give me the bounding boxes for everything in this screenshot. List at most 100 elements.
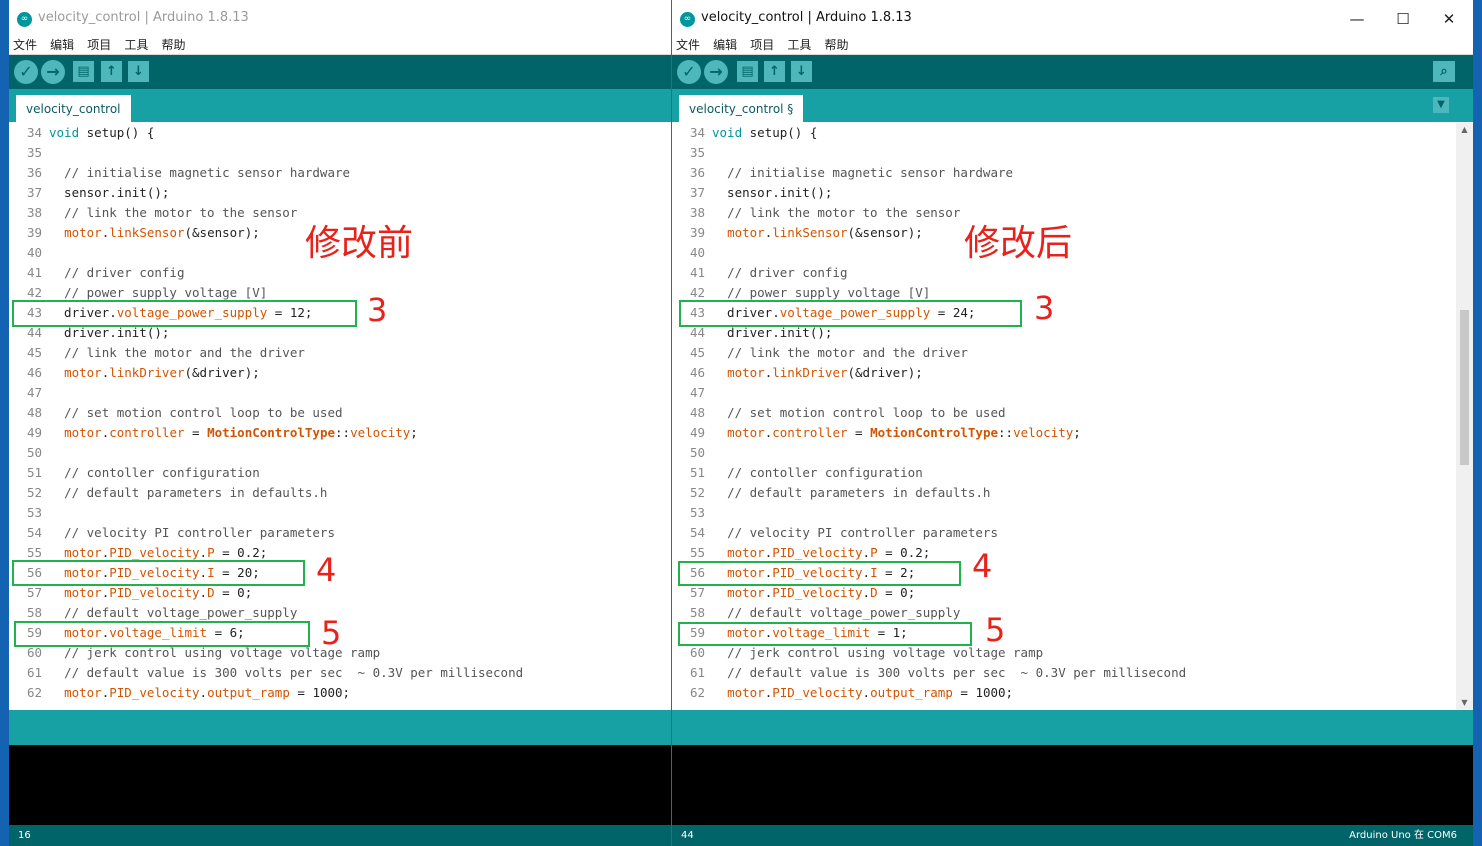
close-button[interactable]: ✕ — [1427, 6, 1471, 32]
line-number: 47 — [689, 385, 705, 400]
open-icon[interactable]: ↑ — [101, 61, 122, 82]
tab-velocity-control[interactable]: velocity_control — [16, 95, 131, 122]
line-number: 50 — [26, 445, 42, 460]
code-text: // set motion control loop to be used — [64, 405, 343, 420]
code-line-37[interactable]: 37 sensor.init(); — [9, 183, 169, 203]
code-text: // link the motor to the sensor — [727, 205, 961, 220]
code-line-38[interactable]: 38 // link the motor to the sensor — [672, 203, 960, 223]
cursor-line-number: 16 — [18, 830, 31, 841]
code-line-46[interactable]: 46 motor.linkDriver(&driver); — [672, 363, 923, 383]
menu-help[interactable]: 帮助 — [161, 35, 185, 55]
code-line-51[interactable]: 51 // contoller configuration — [672, 463, 923, 483]
code-line-54[interactable]: 54 // velocity PI controller parameters — [9, 523, 335, 543]
title-bar[interactable]: ∞ velocity_control | Arduino 1.8.13 — ☐ … — [672, 0, 1473, 36]
line-number: 45 — [26, 345, 42, 360]
code-text: motor.PID_velocity.D = 0; — [64, 585, 253, 600]
code-line-41[interactable]: 41 // driver config — [672, 263, 848, 283]
scroll-down-icon[interactable]: ▼ — [1456, 696, 1473, 710]
line-number: 57 — [26, 585, 42, 600]
menu-tools[interactable]: 工具 — [124, 35, 148, 55]
save-icon[interactable]: ↓ — [791, 61, 812, 82]
code-line-46[interactable]: 46 motor.linkDriver(&driver); — [9, 363, 260, 383]
menu-help[interactable]: 帮助 — [824, 35, 848, 55]
code-line-49[interactable]: 49 motor.controller = MotionControlType:… — [9, 423, 418, 443]
code-line-35[interactable]: 35 — [672, 143, 712, 163]
code-line-50[interactable]: 50 — [672, 443, 712, 463]
scrollbar-thumb[interactable] — [1460, 310, 1469, 465]
code-text: void setup() { — [712, 125, 818, 140]
menu-tools[interactable]: 工具 — [787, 35, 811, 55]
menu-sketch[interactable]: 项目 — [750, 35, 774, 55]
code-line-41[interactable]: 41 // driver config — [9, 263, 185, 283]
code-line-54[interactable]: 54 // velocity PI controller parameters — [672, 523, 998, 543]
code-line-52[interactable]: 52 // default parameters in defaults.h — [9, 483, 328, 503]
code-line-47[interactable]: 47 — [672, 383, 712, 403]
line-number: 41 — [26, 265, 42, 280]
title-bar[interactable]: ∞ velocity_control | Arduino 1.8.13 — [9, 0, 671, 36]
new-icon[interactable]: ▤ — [737, 61, 758, 82]
save-icon[interactable]: ↓ — [128, 61, 149, 82]
arduino-logo-icon: ∞ — [680, 12, 695, 27]
code-line-45[interactable]: 45 // link the motor and the driver — [672, 343, 968, 363]
open-icon[interactable]: ↑ — [764, 61, 785, 82]
annotation-number-5: 5 — [321, 614, 342, 652]
serial-monitor-icon[interactable]: ⌕ — [1433, 61, 1455, 82]
code-line-62[interactable]: 62 motor.PID_velocity.output_ramp = 1000… — [9, 683, 350, 703]
line-number: 57 — [689, 585, 705, 600]
code-line-55[interactable]: 55 motor.PID_velocity.P = 0.2; — [672, 543, 930, 563]
status-bar — [672, 710, 1473, 745]
upload-icon[interactable]: → — [704, 60, 728, 84]
code-line-36[interactable]: 36 // initialise magnetic sensor hardwar… — [672, 163, 1013, 183]
upload-icon[interactable]: → — [41, 60, 65, 84]
code-text: sensor.init(); — [712, 185, 833, 200]
line-number: 35 — [689, 145, 705, 160]
verify-icon[interactable]: ✓ — [677, 60, 701, 84]
line-number: 40 — [689, 245, 705, 260]
minimize-button[interactable]: — — [1335, 6, 1379, 32]
code-line-45[interactable]: 45 // link the motor and the driver — [9, 343, 305, 363]
code-line-40[interactable]: 40 — [9, 243, 49, 263]
code-line-48[interactable]: 48 // set motion control loop to be used — [672, 403, 1006, 423]
code-line-50[interactable]: 50 — [9, 443, 49, 463]
code-line-49[interactable]: 49 motor.controller = MotionControlType:… — [672, 423, 1081, 443]
code-line-38[interactable]: 38 // link the motor to the sensor — [9, 203, 297, 223]
code-line-53[interactable]: 53 — [672, 503, 712, 523]
new-icon[interactable]: ▤ — [73, 61, 94, 82]
code-line-57[interactable]: 57 motor.PID_velocity.D = 0; — [672, 583, 915, 603]
code-line-37[interactable]: 37 sensor.init(); — [672, 183, 832, 203]
code-line-52[interactable]: 52 // default parameters in defaults.h — [672, 483, 991, 503]
verify-icon[interactable]: ✓ — [14, 60, 38, 84]
menu-edit[interactable]: 编辑 — [50, 35, 74, 55]
code-line-62[interactable]: 62 motor.PID_velocity.output_ramp = 1000… — [672, 683, 1013, 703]
code-line-39[interactable]: 39 motor.linkSensor(&sensor); — [9, 223, 260, 243]
line-number: 41 — [689, 265, 705, 280]
chevron-down-icon[interactable]: ▼ — [1433, 97, 1449, 113]
code-line-57[interactable]: 57 motor.PID_velocity.D = 0; — [9, 583, 252, 603]
menu-file[interactable]: 文件 — [13, 35, 37, 55]
maximize-button[interactable]: ☐ — [1381, 6, 1425, 32]
scroll-up-icon[interactable]: ▲ — [1456, 123, 1473, 137]
code-line-34[interactable]: 34 void setup() { — [672, 123, 817, 143]
menu-edit[interactable]: 编辑 — [713, 35, 737, 55]
vertical-scrollbar[interactable]: ▲ ▼ — [1456, 123, 1473, 710]
code-line-40[interactable]: 40 — [672, 243, 712, 263]
code-line-61[interactable]: 61 // default value is 300 volts per sec… — [672, 663, 1186, 683]
code-line-34[interactable]: 34 void setup() { — [9, 123, 154, 143]
code-line-48[interactable]: 48 // set motion control loop to be used — [9, 403, 343, 423]
code-text: // link the motor and the driver — [64, 345, 305, 360]
code-line-47[interactable]: 47 — [9, 383, 49, 403]
code-line-61[interactable]: 61 // default value is 300 volts per sec… — [9, 663, 523, 683]
code-line-35[interactable]: 35 — [9, 143, 49, 163]
code-line-58[interactable]: 58 // default voltage_power_supply — [672, 603, 960, 623]
code-text: motor.PID_velocity.D = 0; — [727, 585, 916, 600]
code-line-51[interactable]: 51 // contoller configuration — [9, 463, 260, 483]
code-line-36[interactable]: 36 // initialise magnetic sensor hardwar… — [9, 163, 350, 183]
code-line-39[interactable]: 39 motor.linkSensor(&sensor); — [672, 223, 923, 243]
menu-file[interactable]: 文件 — [676, 35, 700, 55]
tab-velocity-control[interactable]: velocity_control § — [679, 95, 804, 122]
code-text: motor.PID_velocity.P = 0.2; — [727, 545, 931, 560]
code-line-58[interactable]: 58 // default voltage_power_supply — [9, 603, 297, 623]
line-number: 49 — [26, 425, 42, 440]
code-line-53[interactable]: 53 — [9, 503, 49, 523]
menu-sketch[interactable]: 项目 — [87, 35, 111, 55]
